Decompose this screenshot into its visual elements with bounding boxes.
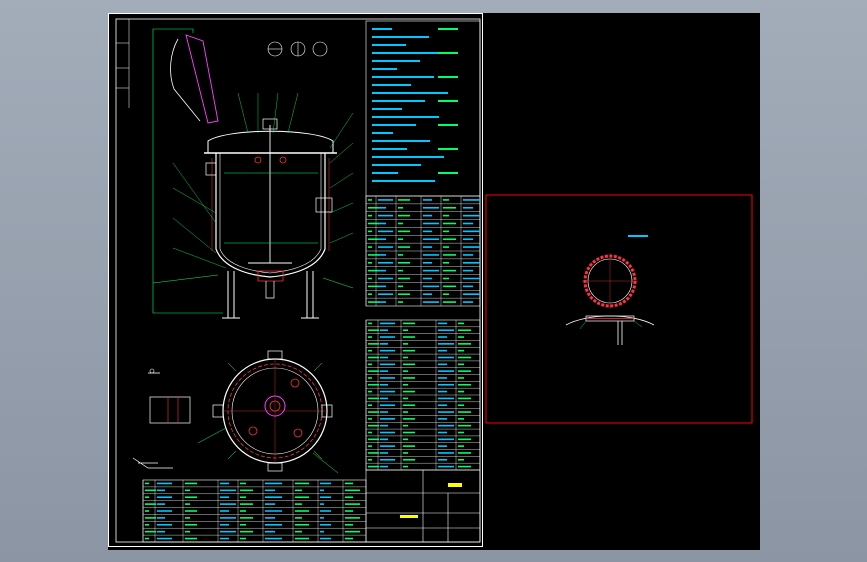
elevation-envelope	[152, 28, 223, 314]
left-margin-strip	[116, 19, 130, 108]
detail-frame	[485, 194, 753, 424]
parts-list-table	[365, 319, 481, 471]
detail-flange-arc	[565, 315, 655, 326]
main-sheet-inner-frame	[115, 18, 481, 543]
title-block	[365, 469, 481, 543]
cad-viewport[interactable]	[0, 0, 867, 562]
nozzle-table	[365, 195, 481, 307]
drawing-svg	[108, 13, 753, 547]
elevation-view	[152, 28, 354, 319]
vessel-shell	[215, 153, 326, 278]
support-legs	[222, 271, 319, 319]
tech-requirements-block	[365, 20, 481, 197]
model-space-canvas[interactable]	[108, 13, 760, 550]
manhole-detail-sheet	[485, 194, 753, 424]
bottom-bom-table	[142, 479, 367, 543]
plan-view	[132, 350, 339, 474]
top-head	[207, 130, 334, 154]
